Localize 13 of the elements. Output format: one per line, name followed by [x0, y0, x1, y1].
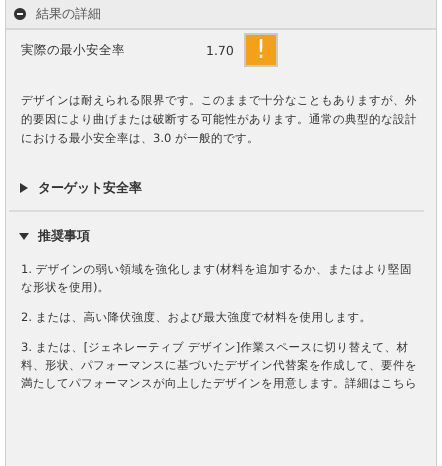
collapse-icon[interactable] — [14, 8, 26, 20]
recommendation-text: 3. または、[ジェネレーティブ デザイン]作業スペースに切り替えて、材料、形状、パフォーマンスに基づいたデザイン代替案を作成して、要件を満たしてパフォーマンスが向上したデザインを用意します。詳細はこちら — [21, 339, 418, 392]
section-title[interactable]: ターゲット安全率 — [38, 179, 142, 197]
expanded-triangle-icon[interactable] — [19, 231, 29, 241]
description-text: デザインは耐えられる限界です。このままで十分なこともありますが、外的要因により曲げまたは破断する可能性があります。通常の典型的な設計における最小安全率は、3.0 が一般的です。 — [21, 92, 418, 147]
metric-value: 1.70 — [206, 42, 235, 58]
panel-title: 結果の詳細 — [36, 6, 101, 23]
metric-label: 実際の最小安全率 — [21, 42, 126, 58]
section-title[interactable]: 推奨事項 — [38, 227, 90, 245]
warning-icon: ! — [244, 33, 278, 67]
recommendation-text: 1. デザインの弱い領域を強化します(材料を追加するか、またはより堅固な形状を使用)。 — [21, 261, 414, 296]
recommendation-text: 2. または、高い降伏強度、および最大強度で材料を使用します。 — [21, 309, 373, 326]
collapsed-triangle-icon[interactable] — [19, 183, 29, 193]
